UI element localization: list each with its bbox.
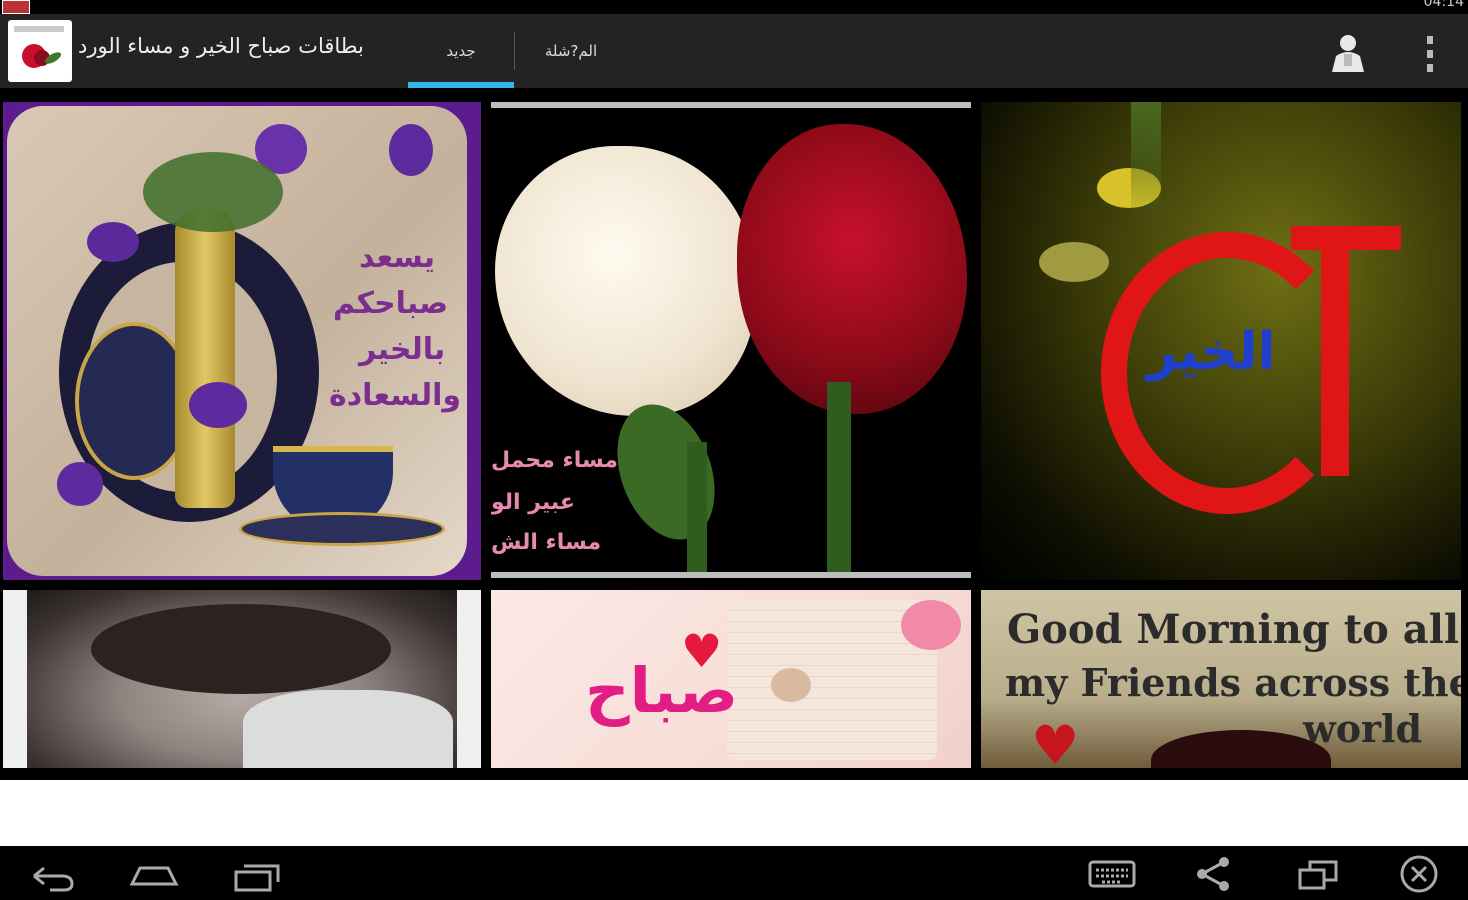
- card-caption: عبير الو: [491, 490, 575, 515]
- status-bar: 04:14: [0, 0, 1468, 14]
- card-caption: بالخير: [359, 332, 446, 367]
- card-caption: مساء الش: [491, 530, 602, 555]
- card-caption: صباحكم: [333, 286, 449, 321]
- back-icon[interactable]: [28, 854, 76, 894]
- share-icon[interactable]: [1194, 854, 1234, 894]
- tab-label: الم?شلة: [544, 42, 598, 60]
- card-tile[interactable]: مساء محمل عبير الو مساء الش: [491, 102, 971, 580]
- card-caption: الخير: [1147, 322, 1276, 382]
- home-icon[interactable]: [128, 854, 180, 894]
- card-tile[interactable]: Good Morning to all my Friends across th…: [981, 590, 1461, 768]
- tab-indicator: [408, 82, 514, 88]
- keyboard-icon[interactable]: [1088, 854, 1136, 894]
- notification-icon: [2, 0, 30, 14]
- card-caption: والسعادة: [329, 378, 462, 413]
- card-caption: my Friends across the: [1005, 660, 1461, 705]
- card-tile[interactable]: صباح ♥: [491, 590, 971, 768]
- card-caption: Good Morning to all: [1007, 606, 1460, 653]
- app-logo-icon[interactable]: [8, 20, 72, 82]
- heart-icon: ♥: [681, 624, 723, 678]
- navigation-bar: [0, 846, 1468, 900]
- tab-label: جديد: [446, 42, 476, 60]
- action-bar: بطاقات صباح الخير و مساء الورد جديد الم?…: [0, 14, 1468, 88]
- tab-divider: [514, 32, 515, 70]
- card-tile[interactable]: يسعد صباحكم بالخير والسعادة: [3, 102, 481, 580]
- overflow-menu-icon[interactable]: [1420, 36, 1440, 72]
- recent-apps-icon[interactable]: [232, 854, 284, 894]
- card-caption: world: [1303, 706, 1423, 751]
- window-icon[interactable]: [1296, 854, 1340, 894]
- card-tile[interactable]: الخير: [981, 102, 1461, 580]
- tab-favorites[interactable]: الم?شلة: [516, 14, 626, 88]
- ad-banner-area: [0, 780, 1468, 846]
- person-icon[interactable]: [1328, 32, 1368, 72]
- close-icon[interactable]: [1398, 854, 1440, 894]
- heart-icon: ♥: [1031, 714, 1080, 768]
- app-title: بطاقات صباح الخير و مساء الورد: [78, 34, 364, 58]
- clock: 04:14: [1423, 0, 1464, 10]
- card-tile[interactable]: [3, 590, 481, 768]
- card-caption: مساء محمل: [491, 448, 619, 473]
- card-caption: يسعد: [359, 240, 436, 275]
- card-grid: يسعد صباحكم بالخير والسعادة مساء محمل عب…: [0, 92, 1468, 780]
- tab-new[interactable]: جديد: [408, 14, 514, 88]
